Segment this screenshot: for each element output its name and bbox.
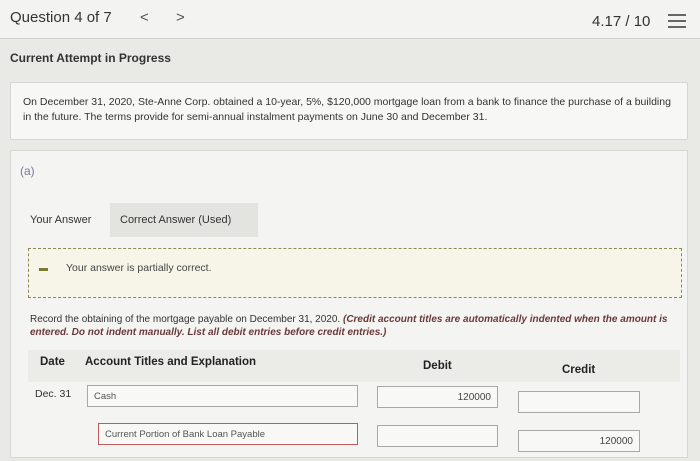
entry-date: Dec. 31 xyxy=(35,388,72,400)
top-bar: Question 4 of 7 < > 4.17 / 10 xyxy=(0,0,700,39)
problem-text: On December 31, 2020, Ste-Anne Corp. obt… xyxy=(23,96,671,123)
instruction-plain: Record the obtaining of the mortgage pay… xyxy=(30,314,343,325)
credit-input-row2[interactable]: 120000 xyxy=(518,430,640,452)
account-input-row1[interactable]: Cash xyxy=(87,385,358,407)
score-display: 4.17 / 10 xyxy=(592,13,651,30)
feedback-banner: Your answer is partially correct. xyxy=(28,248,682,298)
debit-input-row2[interactable] xyxy=(377,425,498,447)
feedback-message: Your answer is partially correct. xyxy=(66,262,212,274)
tab-your-answer[interactable]: Your Answer xyxy=(20,203,110,237)
instruction-text: Record the obtaining of the mortgage pay… xyxy=(30,313,670,339)
previous-question-button[interactable]: < xyxy=(140,9,149,26)
part-label: (a) xyxy=(20,164,35,178)
header-account: Account Titles and Explanation xyxy=(85,356,257,368)
header-debit: Debit xyxy=(423,360,452,372)
header-credit: Credit xyxy=(562,364,596,376)
header-date: Date xyxy=(40,356,65,368)
menu-list-icon[interactable] xyxy=(668,14,686,28)
tab-correct-answer[interactable]: Correct Answer (Used) xyxy=(110,203,258,237)
credit-input-row1[interactable] xyxy=(518,391,640,413)
partial-correct-icon xyxy=(39,268,48,271)
problem-statement: On December 31, 2020, Ste-Anne Corp. obt… xyxy=(10,82,688,140)
account-input-row2[interactable]: Current Portion of Bank Loan Payable xyxy=(98,423,358,445)
next-question-button[interactable]: > xyxy=(176,9,185,26)
attempt-heading: Current Attempt in Progress xyxy=(10,51,171,65)
question-counter: Question 4 of 7 xyxy=(10,9,112,26)
debit-input-row1[interactable]: 120000 xyxy=(377,386,498,408)
